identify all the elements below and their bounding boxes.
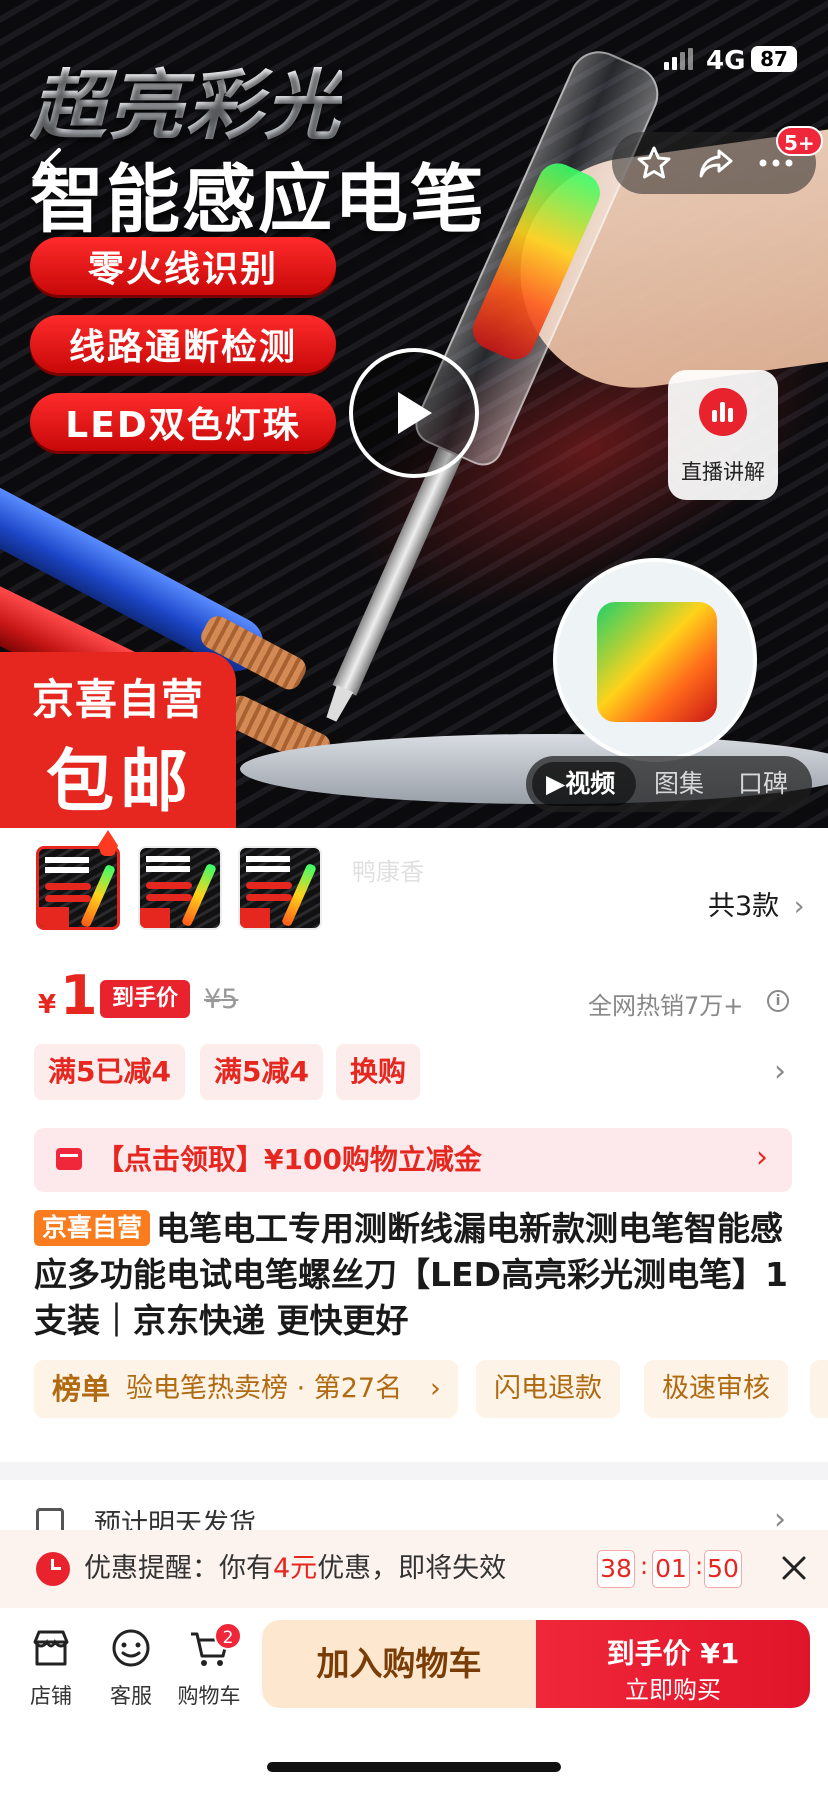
status-bar: 4G 87 [0, 0, 828, 110]
hero-headline-2: 智能感应电笔 [30, 157, 486, 243]
clock-icon [36, 1552, 70, 1586]
back-button[interactable] [24, 132, 84, 192]
bottom-action-bar: 店铺 客服 购物车 2 加入购物车 到手价 ¥1 立即购买 [0, 1608, 828, 1793]
variant-thumb[interactable] [138, 846, 222, 930]
promo-tag[interactable]: 满5已减4 [34, 1044, 185, 1100]
countdown-colon: : [640, 1552, 649, 1580]
customer-service-label: 客服 [110, 1684, 152, 1708]
network-type: 4G [706, 46, 746, 76]
ranking-desc: 验电笔热卖榜 · 第27名 [126, 1373, 403, 1404]
countdown-colon: : [695, 1552, 704, 1580]
chat-face-icon [112, 1629, 150, 1667]
close-icon [782, 1556, 806, 1580]
favorite-star-icon[interactable] [632, 141, 676, 185]
original-price: ¥5 [204, 984, 239, 1015]
price-currency: ¥ [38, 990, 57, 1020]
countdown-seconds: 50 [704, 1550, 742, 1588]
store-icon [33, 1630, 69, 1666]
buy-now-button[interactable]: 到手价 ¥1 立即购买 [536, 1620, 810, 1708]
home-indicator [267, 1762, 561, 1772]
tab-video[interactable]: ▶视频 [546, 756, 615, 812]
section-divider [0, 1462, 828, 1480]
product-title: 京喜自营 电笔电工专用测断线漏电新款测电笔智能感应多功能电试电笔螺丝刀【LED高亮… [34, 1206, 794, 1344]
final-price-tag: 到手价 [100, 980, 190, 1018]
store-button[interactable]: 店铺 [16, 1626, 86, 1710]
promo-tag[interactable]: 换购 [336, 1044, 421, 1100]
reminder-text: 优惠提醒：你有4元优惠，即将失效 [84, 1553, 507, 1584]
cart-label: 购物车 [177, 1684, 241, 1708]
variant-thumb[interactable] [36, 846, 120, 930]
share-icon[interactable] [694, 141, 738, 185]
jingxi-self-operated-tag: 京喜自营 [34, 1210, 151, 1246]
live-bars-icon [699, 388, 747, 436]
variants-count-label: 共3款 [708, 891, 780, 922]
price-value: 1 [60, 964, 98, 1027]
service-pill[interactable]: 极速审核 [644, 1360, 788, 1418]
countdown-hours: 38 [597, 1550, 635, 1588]
watermark-text: 鸭康香 [352, 858, 424, 886]
live-explain-label: 直播讲解 [681, 460, 765, 484]
close-button[interactable] [774, 1548, 814, 1588]
led-closeup [553, 558, 757, 762]
signal-icon [664, 48, 694, 70]
jingxi-free-shipping-badge: 京喜自营 包邮 [0, 652, 236, 828]
product-hero-image[interactable]: 超亮彩光 智能感应电笔 零火线识别 线路通断检测 LED双色灯珠 京喜自营 包邮… [0, 0, 828, 828]
battery-icon: 87 [751, 46, 797, 72]
feature-pill: 零火线识别 [30, 237, 336, 295]
service-pill[interactable]: 闪电退款 [476, 1360, 620, 1418]
store-label: 店铺 [30, 1684, 72, 1708]
variant-thumb[interactable] [238, 846, 322, 930]
feature-pill: 线路通断检测 [30, 315, 336, 373]
variants-count-link[interactable]: 共3款 › [708, 884, 805, 923]
add-to-cart-button[interactable]: 加入购物车 [262, 1620, 536, 1708]
discount-reminder-banner[interactable]: 优惠提醒：你有4元优惠，即将失效 38 : 01 : 50 [0, 1530, 828, 1608]
coupon-text: 【点击领取】¥100购物立减金 [96, 1143, 482, 1176]
tab-reviews[interactable]: 口碑 [738, 756, 788, 812]
video-play-button[interactable] [349, 348, 479, 478]
message-count-badge: 5+ [776, 126, 823, 156]
media-tabs: ▶视频 图集 口碑 [526, 756, 812, 812]
sales-count: 全网热销7万+ [588, 992, 744, 1020]
play-icon [398, 392, 432, 434]
buy-now-price: 到手价 ¥1 [606, 1637, 740, 1670]
buy-now-label: 立即购买 [625, 1676, 721, 1704]
info-icon[interactable]: i [767, 990, 789, 1012]
chevron-left-icon [45, 148, 61, 176]
chevron-right-icon: › [793, 891, 805, 922]
chevron-right-icon: › [430, 1373, 441, 1404]
feature-pill: LED双色灯珠 [30, 393, 336, 451]
ranking-label: 榜单 [52, 1372, 111, 1406]
tab-gallery[interactable]: 图集 [654, 756, 704, 812]
ranking-pill[interactable]: 榜单 验电笔热卖榜 · 第27名 › [34, 1360, 458, 1418]
promo-tag[interactable]: 满5减4 [200, 1044, 323, 1100]
chevron-right-icon[interactable]: › [774, 1054, 786, 1089]
service-pill-overflow [810, 1360, 828, 1418]
customer-service-button[interactable]: 客服 [96, 1626, 166, 1710]
hot-fire-icon [98, 830, 118, 856]
chevron-right-icon: › [756, 1140, 768, 1175]
coupon-banner[interactable]: 【点击领取】¥100购物立减金 › [34, 1128, 792, 1192]
countdown-minutes: 01 [652, 1550, 690, 1588]
live-explain-button[interactable]: 直播讲解 [668, 370, 778, 500]
cart-count-badge: 2 [214, 1622, 242, 1650]
card-icon [56, 1148, 82, 1170]
